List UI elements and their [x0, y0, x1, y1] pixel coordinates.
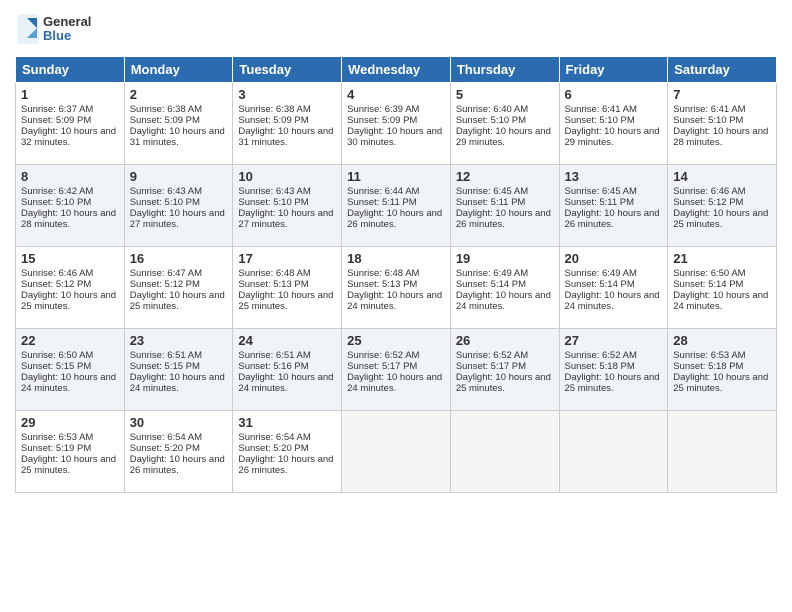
- day-25: 25 Sunrise: 6:52 AMSunset: 5:17 PMDaylig…: [342, 329, 451, 411]
- header-row: Sunday Monday Tuesday Wednesday Thursday…: [16, 57, 777, 83]
- day-17: 17 Sunrise: 6:48 AMSunset: 5:13 PMDaylig…: [233, 247, 342, 329]
- week-row-1: 1 Sunrise: 6:37 AMSunset: 5:09 PMDayligh…: [16, 83, 777, 165]
- day-18: 18 Sunrise: 6:48 AMSunset: 5:13 PMDaylig…: [342, 247, 451, 329]
- week-row-4: 22 Sunrise: 6:50 AMSunset: 5:15 PMDaylig…: [16, 329, 777, 411]
- day-27: 27 Sunrise: 6:52 AMSunset: 5:18 PMDaylig…: [559, 329, 668, 411]
- col-wednesday: Wednesday: [342, 57, 451, 83]
- day-29: 29 Sunrise: 6:53 AMSunset: 5:19 PMDaylig…: [16, 411, 125, 493]
- col-friday: Friday: [559, 57, 668, 83]
- day-22: 22 Sunrise: 6:50 AMSunset: 5:15 PMDaylig…: [16, 329, 125, 411]
- col-thursday: Thursday: [450, 57, 559, 83]
- day-6: 6 Sunrise: 6:41 AMSunset: 5:10 PMDayligh…: [559, 83, 668, 165]
- day-8: 8 Sunrise: 6:42 AMSunset: 5:10 PMDayligh…: [16, 165, 125, 247]
- day-20: 20 Sunrise: 6:49 AMSunset: 5:14 PMDaylig…: [559, 247, 668, 329]
- col-sunday: Sunday: [16, 57, 125, 83]
- day-21: 21 Sunrise: 6:50 AMSunset: 5:14 PMDaylig…: [668, 247, 777, 329]
- day-5: 5 Sunrise: 6:40 AMSunset: 5:10 PMDayligh…: [450, 83, 559, 165]
- day-1: 1 Sunrise: 6:37 AMSunset: 5:09 PMDayligh…: [16, 83, 125, 165]
- day-19: 19 Sunrise: 6:49 AMSunset: 5:14 PMDaylig…: [450, 247, 559, 329]
- day-23: 23 Sunrise: 6:51 AMSunset: 5:15 PMDaylig…: [124, 329, 233, 411]
- calendar-container: General Blue Sunday Monday Tuesday Wedne…: [0, 0, 792, 612]
- day-9: 9 Sunrise: 6:43 AMSunset: 5:10 PMDayligh…: [124, 165, 233, 247]
- day-10: 10 Sunrise: 6:43 AMSunset: 5:10 PMDaylig…: [233, 165, 342, 247]
- calendar-table: Sunday Monday Tuesday Wednesday Thursday…: [15, 56, 777, 493]
- svg-text:Blue: Blue: [43, 28, 71, 43]
- day-7: 7 Sunrise: 6:41 AMSunset: 5:10 PMDayligh…: [668, 83, 777, 165]
- day-30: 30 Sunrise: 6:54 AMSunset: 5:20 PMDaylig…: [124, 411, 233, 493]
- empty-cell-2: [450, 411, 559, 493]
- week-row-3: 15 Sunrise: 6:46 AMSunset: 5:12 PMDaylig…: [16, 247, 777, 329]
- day-31: 31 Sunrise: 6:54 AMSunset: 5:20 PMDaylig…: [233, 411, 342, 493]
- week-row-5: 29 Sunrise: 6:53 AMSunset: 5:19 PMDaylig…: [16, 411, 777, 493]
- day-4: 4 Sunrise: 6:39 AMSunset: 5:09 PMDayligh…: [342, 83, 451, 165]
- header: General Blue: [15, 10, 777, 48]
- col-monday: Monday: [124, 57, 233, 83]
- day-15: 15 Sunrise: 6:46 AMSunset: 5:12 PMDaylig…: [16, 247, 125, 329]
- logo-svg: General Blue: [15, 10, 125, 48]
- empty-cell-4: [668, 411, 777, 493]
- day-12: 12 Sunrise: 6:45 AMSunset: 5:11 PMDaylig…: [450, 165, 559, 247]
- day-13: 13 Sunrise: 6:45 AMSunset: 5:11 PMDaylig…: [559, 165, 668, 247]
- day-3: 3 Sunrise: 6:38 AMSunset: 5:09 PMDayligh…: [233, 83, 342, 165]
- day-16: 16 Sunrise: 6:47 AMSunset: 5:12 PMDaylig…: [124, 247, 233, 329]
- svg-text:General: General: [43, 14, 91, 29]
- col-tuesday: Tuesday: [233, 57, 342, 83]
- empty-cell-3: [559, 411, 668, 493]
- empty-cell-1: [342, 411, 451, 493]
- day-2: 2 Sunrise: 6:38 AMSunset: 5:09 PMDayligh…: [124, 83, 233, 165]
- day-14: 14 Sunrise: 6:46 AMSunset: 5:12 PMDaylig…: [668, 165, 777, 247]
- day-28: 28 Sunrise: 6:53 AMSunset: 5:18 PMDaylig…: [668, 329, 777, 411]
- logo: General Blue: [15, 10, 125, 48]
- day-26: 26 Sunrise: 6:52 AMSunset: 5:17 PMDaylig…: [450, 329, 559, 411]
- week-row-2: 8 Sunrise: 6:42 AMSunset: 5:10 PMDayligh…: [16, 165, 777, 247]
- day-24: 24 Sunrise: 6:51 AMSunset: 5:16 PMDaylig…: [233, 329, 342, 411]
- col-saturday: Saturday: [668, 57, 777, 83]
- day-11: 11 Sunrise: 6:44 AMSunset: 5:11 PMDaylig…: [342, 165, 451, 247]
